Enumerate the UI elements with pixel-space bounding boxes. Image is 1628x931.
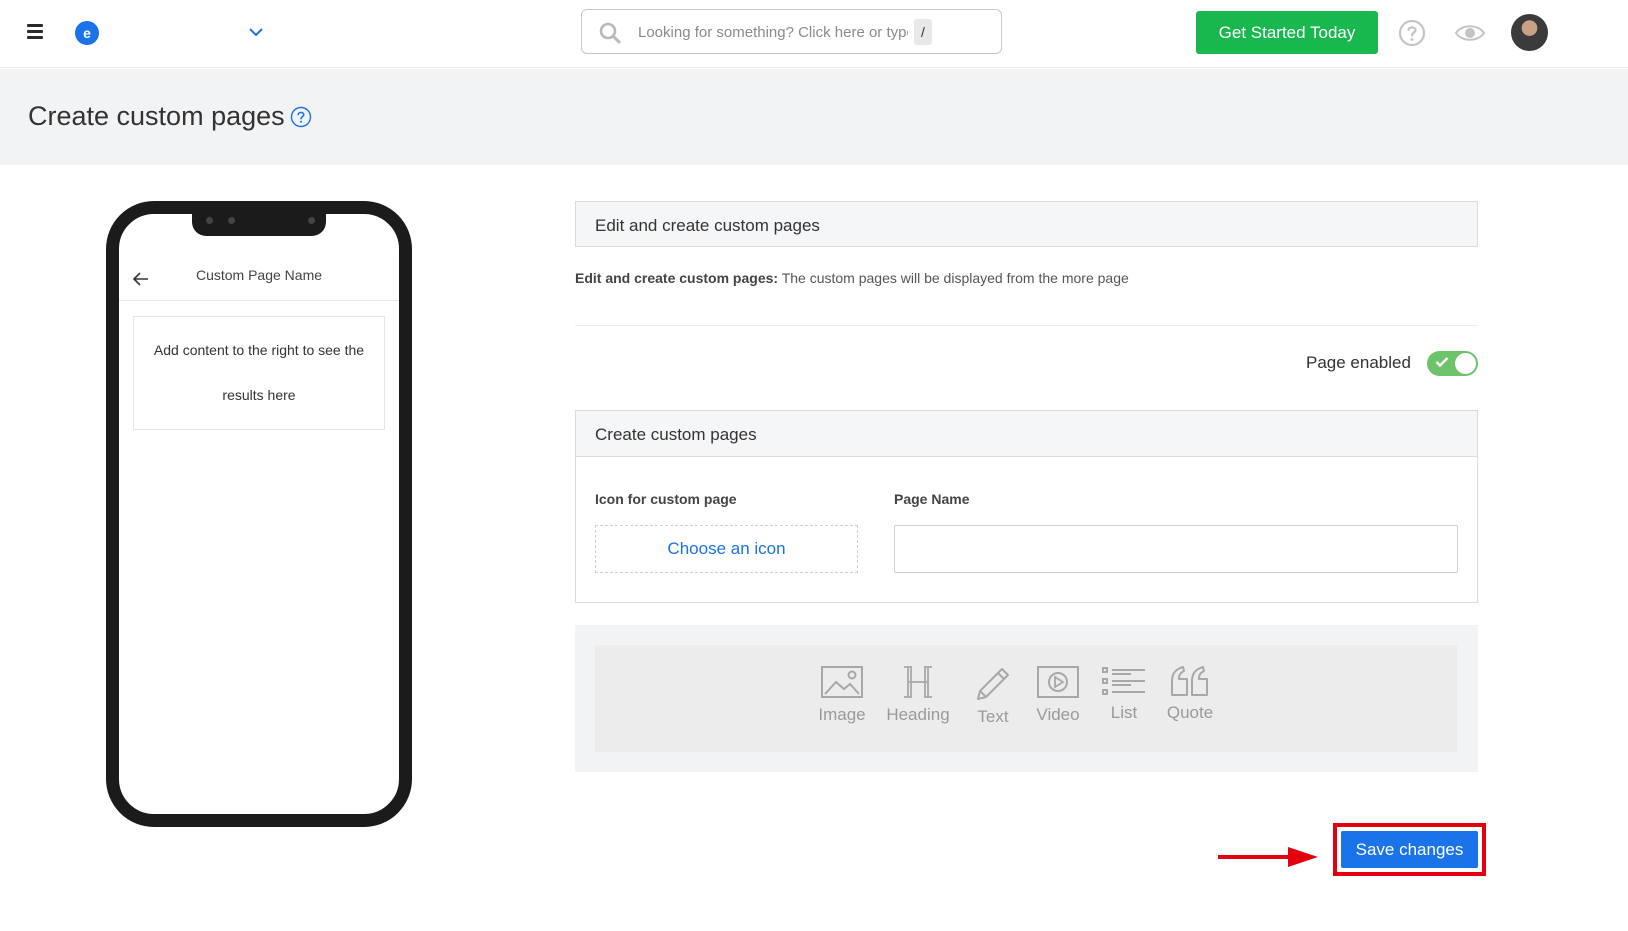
user-avatar[interactable]	[1511, 14, 1548, 51]
edit-panel-description: Edit and create custom pages: The custom…	[575, 270, 1478, 286]
content-blocks-toolbar: Image Heading Text Video List Quote	[595, 645, 1457, 752]
edit-panel-header: Edit and create custom pages	[575, 201, 1478, 247]
page-enabled-toggle[interactable]	[1427, 351, 1478, 376]
create-panel: Create custom pages Icon for custom page…	[575, 410, 1478, 603]
divider	[575, 325, 1478, 326]
block-label: Image	[818, 705, 866, 724]
help-icon[interactable]	[1398, 19, 1426, 47]
get-started-button[interactable]: Get Started Today	[1196, 11, 1378, 54]
block-label: Text	[977, 707, 1009, 726]
top-bar: e / Get Started Today	[0, 0, 1628, 68]
block-label: List	[1110, 703, 1138, 722]
pencil-icon	[977, 668, 1009, 700]
search-shortcut-key: /	[914, 19, 932, 45]
help-icon[interactable]	[290, 106, 312, 128]
video-icon	[1037, 666, 1079, 698]
search-icon	[599, 22, 621, 44]
placeholder-line: results here	[222, 387, 296, 403]
search-input[interactable]	[638, 22, 908, 42]
page-name-input[interactable]	[894, 525, 1458, 573]
phone-preview: Custom Page Name Add content to the righ…	[106, 201, 412, 827]
block-label: Quote	[1166, 703, 1214, 722]
phone-page-name: Custom Page Name	[195, 267, 323, 283]
add-text-block[interactable]: Text	[973, 665, 1013, 735]
add-heading-block[interactable]: Heading	[885, 665, 951, 735]
image-icon	[821, 666, 863, 698]
edit-panel-title: Edit and create custom pages	[595, 216, 820, 235]
heading-icon	[904, 666, 932, 698]
icon-field-label: Icon for custom page	[595, 491, 737, 507]
save-changes-button[interactable]: Save changes	[1341, 831, 1478, 868]
quote-icon	[1171, 666, 1208, 696]
list-icon	[1102, 667, 1145, 695]
description-bold: Edit and create custom pages:	[575, 270, 779, 286]
choose-icon-button[interactable]: Choose an icon	[595, 525, 858, 573]
toggle-knob	[1455, 353, 1476, 374]
page-header: Create custom pages	[0, 69, 1628, 165]
eye-icon[interactable]	[1454, 22, 1486, 44]
add-image-block[interactable]: Image	[817, 665, 867, 735]
app-logo[interactable]: e	[75, 21, 99, 45]
add-list-block[interactable]: List	[1101, 665, 1147, 735]
create-panel-title: Create custom pages	[595, 425, 757, 444]
arrow-right-annotation	[1218, 847, 1318, 867]
search-box[interactable]: /	[581, 9, 1002, 54]
description-text: The custom pages will be displayed from …	[778, 270, 1129, 286]
add-quote-block[interactable]: Quote	[1165, 665, 1215, 735]
phone-content-placeholder: Add content to the right to see the resu…	[133, 316, 385, 430]
add-video-block[interactable]: Video	[1035, 665, 1081, 735]
content-blocks-area: Image Heading Text Video List Quote	[575, 625, 1478, 772]
page-name-label: Page Name	[894, 491, 970, 507]
block-label: Video	[1036, 705, 1080, 724]
phone-header: Custom Page Name	[119, 252, 399, 301]
check-icon	[1435, 357, 1449, 368]
save-highlight-box: Save changes	[1333, 823, 1486, 876]
placeholder-line: Add content to the right to see the	[153, 342, 365, 358]
page-enabled-label: Page enabled	[1306, 353, 1411, 372]
phone-notch	[192, 212, 326, 236]
menu-icon[interactable]	[27, 24, 43, 39]
chevron-down-icon[interactable]	[247, 24, 265, 40]
page-title: Create custom pages	[28, 101, 285, 131]
create-panel-header: Create custom pages	[576, 411, 1477, 457]
block-label: Heading	[886, 705, 950, 724]
